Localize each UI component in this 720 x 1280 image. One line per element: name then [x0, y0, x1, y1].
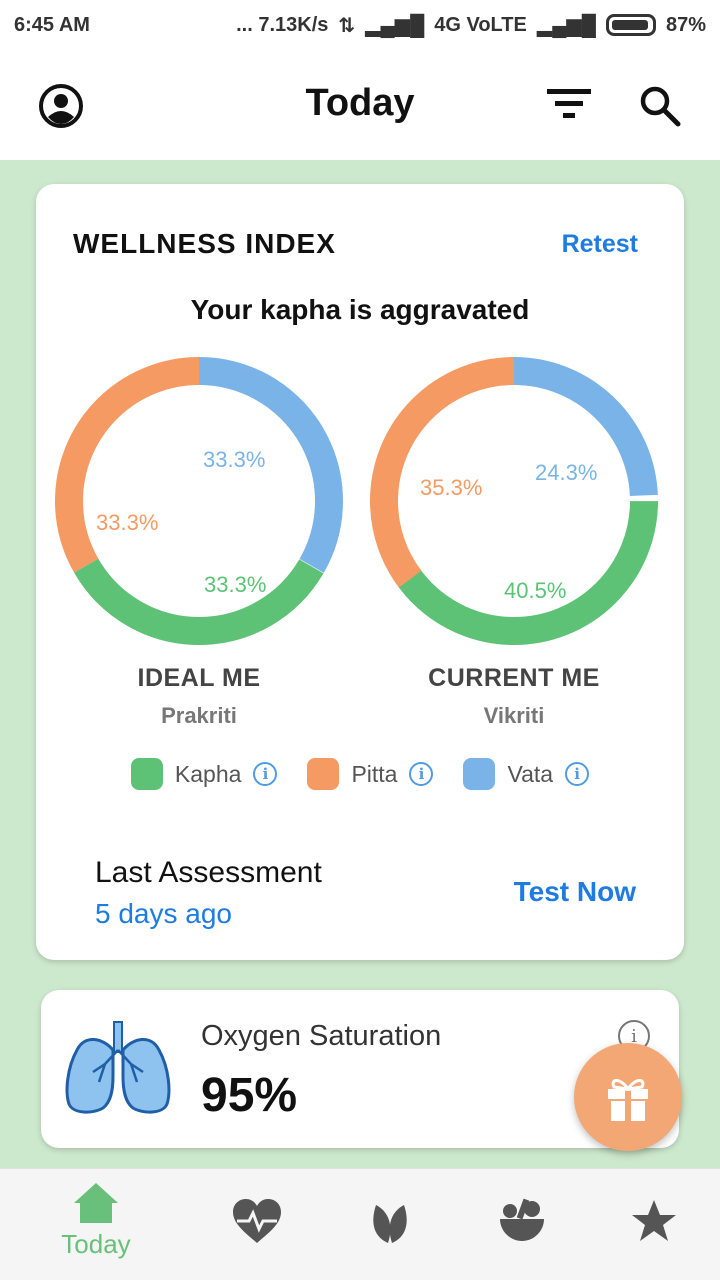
nav-herbs[interactable] — [335, 1197, 445, 1245]
home-icon — [74, 1183, 118, 1223]
status-time: 6:45 AM — [14, 13, 90, 36]
test-now-button[interactable]: Test Now — [514, 876, 636, 908]
oxygen-value: 95% — [201, 1069, 298, 1122]
ideal-pitta-percent: 33.3% — [96, 510, 159, 535]
status-bar: 6:45 AM ... 7.13K/s ⇅ ▂▄▆█ 4G VoLTE ▂▄▆█… — [0, 0, 720, 50]
leaves-icon — [373, 1205, 407, 1243]
vata-swatch — [463, 758, 496, 790]
filter-icon — [547, 89, 591, 118]
dosha-legend: Kapha i Pitta i Vata i — [36, 758, 684, 790]
last-assessment-value: 5 days ago — [95, 898, 232, 929]
current-kapha-percent: 40.5% — [504, 578, 567, 603]
ideal-me-title: IDEAL ME — [137, 664, 261, 692]
data-transfer-icon: ⇅ — [338, 14, 356, 37]
nav-health[interactable] — [202, 1197, 312, 1245]
current-me-title: CURRENT ME — [428, 664, 600, 692]
legend-pitta: Pitta i — [307, 758, 434, 790]
oxygen-label: Oxygen Saturation — [201, 1020, 442, 1052]
search-icon — [640, 86, 681, 127]
legend-pitta-label: Pitta — [351, 760, 398, 787]
ideal-donut-chart — [55, 357, 343, 645]
kapha-swatch — [130, 758, 163, 790]
wellness-index-card: WELLNESS INDEX Retest Your kapha is aggr… — [36, 184, 684, 960]
signal-icon-2: ▂▄▆█ — [536, 14, 596, 37]
mortar-pestle-icon — [500, 1198, 544, 1241]
legend-vata-label: Vata — [507, 760, 554, 787]
wellness-title: WELLNESS INDEX — [73, 228, 336, 259]
page-title: Today — [305, 82, 415, 124]
vikriti-label: Vikriti — [483, 703, 545, 728]
filter-button[interactable] — [542, 84, 596, 124]
bottom-navigation: Today — [0, 1168, 720, 1280]
battery-icon — [605, 14, 656, 37]
retest-link[interactable]: Retest — [562, 230, 638, 259]
legend-vata: Vata i — [463, 758, 590, 790]
legend-kapha: Kapha i — [130, 758, 278, 790]
nav-favorites[interactable] — [599, 1197, 709, 1245]
app-header: Today — [0, 50, 720, 160]
star-icon — [632, 1200, 676, 1241]
pitta-info-icon[interactable]: i — [409, 762, 434, 786]
ideal-kapha-percent: 33.3% — [204, 572, 267, 597]
pitta-swatch — [307, 758, 340, 790]
ideal-me-label: IDEAL ME Prakriti — [54, 664, 344, 729]
current-pitta-percent: 35.3% — [420, 475, 483, 500]
gift-icon — [608, 1079, 648, 1121]
nav-today[interactable]: Today — [41, 1181, 151, 1260]
gift-button[interactable] — [574, 1043, 682, 1151]
signal-icon: ▂▄▆█ — [365, 14, 425, 37]
kapha-info-icon[interactable]: i — [253, 762, 278, 786]
heart-pulse-icon — [233, 1199, 281, 1243]
last-assessment-label: Last Assessment — [95, 856, 322, 889]
network-type: 4G VoLTE — [434, 13, 527, 36]
vata-info-icon[interactable]: i — [565, 762, 590, 786]
dosha-status: Your kapha is aggravated — [190, 294, 530, 325]
network-speed: ... 7.13K/s — [236, 13, 329, 36]
current-me-label: CURRENT ME Vikriti — [369, 664, 659, 729]
lungs-icon — [65, 1021, 171, 1114]
status-indicators: ... 7.13K/s ⇅ ▂▄▆█ 4G VoLTE ▂▄▆█ 87% — [236, 13, 706, 38]
prakriti-label: Prakriti — [161, 703, 237, 728]
current-vata-percent: 24.3% — [535, 460, 598, 485]
nav-today-label: Today — [61, 1229, 131, 1259]
legend-kapha-label: Kapha — [174, 760, 242, 787]
ideal-vata-percent: 33.3% — [203, 447, 266, 472]
search-button[interactable] — [636, 82, 684, 130]
battery-percent: 87% — [665, 13, 706, 36]
nav-remedies[interactable] — [467, 1197, 577, 1245]
